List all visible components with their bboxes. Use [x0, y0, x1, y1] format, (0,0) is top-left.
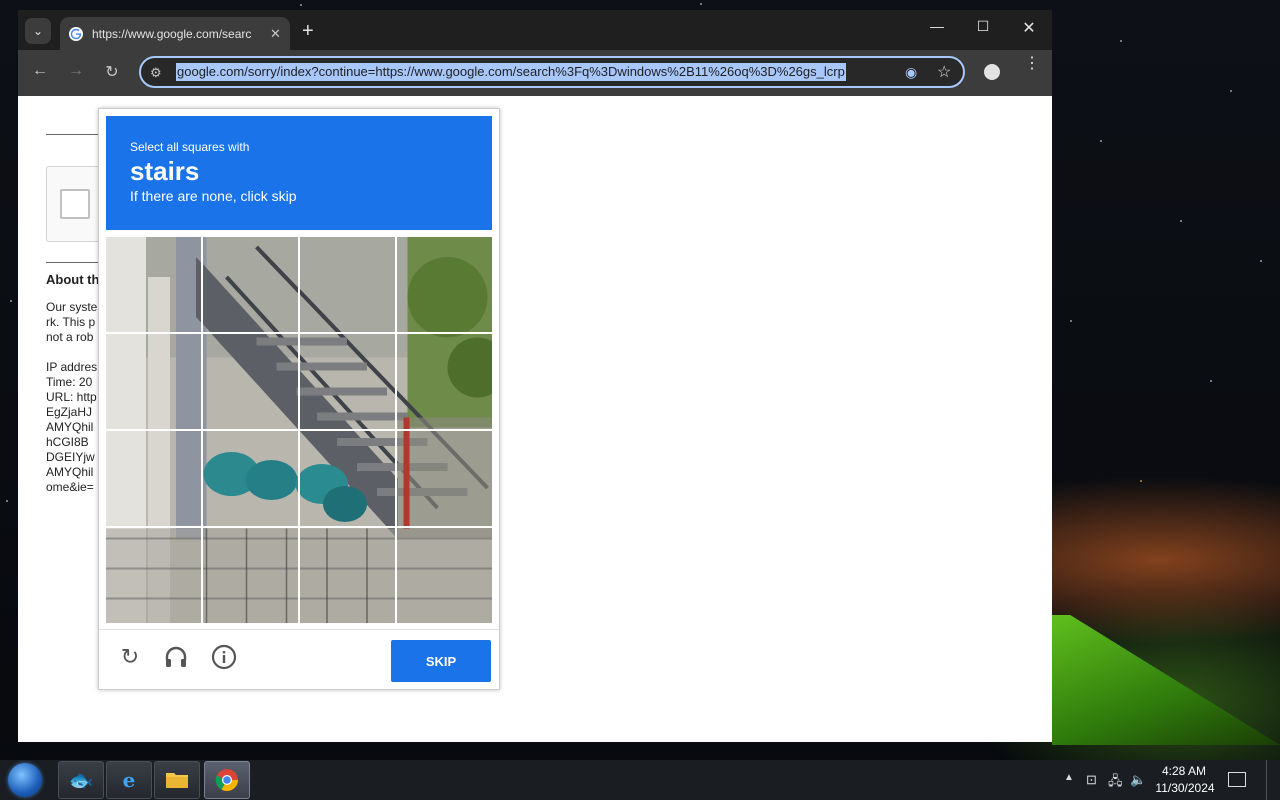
- captcha-tile[interactable]: [300, 528, 395, 623]
- show-desktop-button[interactable]: [1266, 760, 1280, 800]
- tab-search-button[interactable]: ⌄: [25, 18, 51, 44]
- file-explorer-icon[interactable]: [154, 761, 200, 799]
- desktop-green-hill: [1052, 615, 1280, 745]
- more-menu-icon[interactable]: ⋮: [1024, 56, 1040, 72]
- page-content: About th Our syste rk. This p not a rob …: [18, 96, 1052, 742]
- forward-arrow-icon[interactable]: →: [65, 62, 87, 80]
- maximize-icon[interactable]: ☐: [960, 18, 1006, 35]
- captcha-footer: ↻ SKIP: [99, 629, 499, 690]
- captcha-instructions: Select all squares with stairs If there …: [106, 116, 492, 230]
- info-line: ome&ie=: [46, 480, 94, 494]
- info-line: URL: http: [46, 390, 97, 404]
- google-favicon-icon: [69, 26, 83, 41]
- start-button[interactable]: [8, 763, 42, 797]
- divider: [46, 262, 106, 263]
- divider: [46, 134, 106, 135]
- captcha-tile[interactable]: [203, 237, 298, 332]
- chrome-taskbar-icon[interactable]: [204, 761, 250, 799]
- info-line: not a rob: [46, 330, 94, 344]
- captcha-tile[interactable]: [203, 334, 298, 429]
- reload-icon[interactable]: ↻: [101, 62, 123, 82]
- captcha-tile[interactable]: [300, 431, 395, 526]
- tab-close-icon[interactable]: ✕: [270, 26, 281, 42]
- audio-challenge-icon[interactable]: [163, 644, 189, 670]
- back-arrow-icon[interactable]: ←: [29, 62, 51, 80]
- info-line: Our syste: [46, 300, 98, 314]
- address-bar[interactable]: ⚙ google.com/sorry/index?continue=https:…: [139, 56, 965, 88]
- recaptcha-checkbox[interactable]: [60, 189, 90, 219]
- reload-challenge-icon[interactable]: ↻: [117, 644, 143, 670]
- info-line: rk. This p: [46, 315, 96, 329]
- taskbar-app-fish-icon[interactable]: 🐟: [58, 761, 104, 799]
- tray-overflow-icon[interactable]: ▲: [1064, 772, 1074, 783]
- info-line: IP addres: [46, 360, 98, 374]
- instruction-subtext: If there are none, click skip: [130, 188, 297, 204]
- info-line: AMYQhil: [46, 420, 94, 434]
- info-line: EgZjaHJ: [46, 405, 93, 419]
- captcha-tile[interactable]: [397, 431, 492, 526]
- browser-toolbar: ← → ↻ ⚙ google.com/sorry/index?continue=…: [18, 50, 1052, 96]
- captcha-tile[interactable]: [106, 528, 201, 623]
- address-url[interactable]: google.com/sorry/index?continue=https://…: [176, 63, 846, 81]
- skip-button[interactable]: SKIP: [391, 640, 491, 682]
- info-line: hCGI8B: [46, 435, 89, 449]
- tab-title: https://www.google.com/searc: [92, 26, 252, 41]
- captcha-tile[interactable]: [106, 431, 201, 526]
- minimize-icon[interactable]: —: [914, 18, 960, 34]
- captcha-tile[interactable]: [397, 237, 492, 332]
- captcha-tile[interactable]: [397, 528, 492, 623]
- clock-time[interactable]: 4:28 AM: [1158, 764, 1210, 778]
- new-tab-icon[interactable]: +: [302, 20, 314, 43]
- captcha-tile[interactable]: [106, 237, 201, 332]
- window-close-icon[interactable]: ✕: [1006, 18, 1052, 38]
- captcha-tile[interactable]: [106, 334, 201, 429]
- profile-icon[interactable]: [984, 64, 1000, 80]
- site-info-icon[interactable]: ⚙: [150, 65, 162, 81]
- captcha-tile[interactable]: [203, 528, 298, 623]
- clock-date[interactable]: 11/30/2024: [1150, 781, 1220, 795]
- internet-explorer-icon[interactable]: e: [106, 761, 152, 799]
- captcha-challenge: Select all squares with stairs If there …: [98, 108, 500, 690]
- browser-tab[interactable]: https://www.google.com/searc ✕: [60, 17, 290, 50]
- ie-logo-icon: e: [122, 768, 136, 792]
- google-lens-icon[interactable]: ◉: [905, 64, 917, 81]
- network-icon[interactable]: 🖧: [1108, 772, 1123, 794]
- instruction-keyword: stairs: [130, 156, 200, 186]
- tray-app-icon[interactable]: ⊡: [1086, 772, 1097, 788]
- bookmark-star-icon[interactable]: ☆: [937, 62, 951, 82]
- captcha-tile[interactable]: [300, 237, 395, 332]
- captcha-tile[interactable]: [397, 334, 492, 429]
- tab-bar: ⌄ https://www.google.com/searc ✕ + — ☐ ✕: [18, 10, 1052, 50]
- info-icon[interactable]: [211, 644, 237, 670]
- info-line: Time: 20: [46, 375, 93, 389]
- captcha-tile[interactable]: [203, 431, 298, 526]
- instruction-text: Select all squares with: [130, 140, 250, 154]
- captcha-image-grid: [106, 237, 492, 623]
- captcha-tile[interactable]: [300, 334, 395, 429]
- browser-window: ⌄ https://www.google.com/searc ✕ + — ☐ ✕…: [18, 10, 1052, 742]
- action-center-icon[interactable]: [1228, 772, 1246, 787]
- taskbar: 🐟 e ▲ ⊡ 🖧 🔈 4:28 AM 11/30/2024: [0, 760, 1280, 800]
- info-line: AMYQhil: [46, 465, 94, 479]
- info-line: DGEIYjw: [46, 450, 95, 464]
- about-heading: About th: [46, 272, 100, 287]
- volume-muted-icon[interactable]: 🔈: [1130, 772, 1146, 788]
